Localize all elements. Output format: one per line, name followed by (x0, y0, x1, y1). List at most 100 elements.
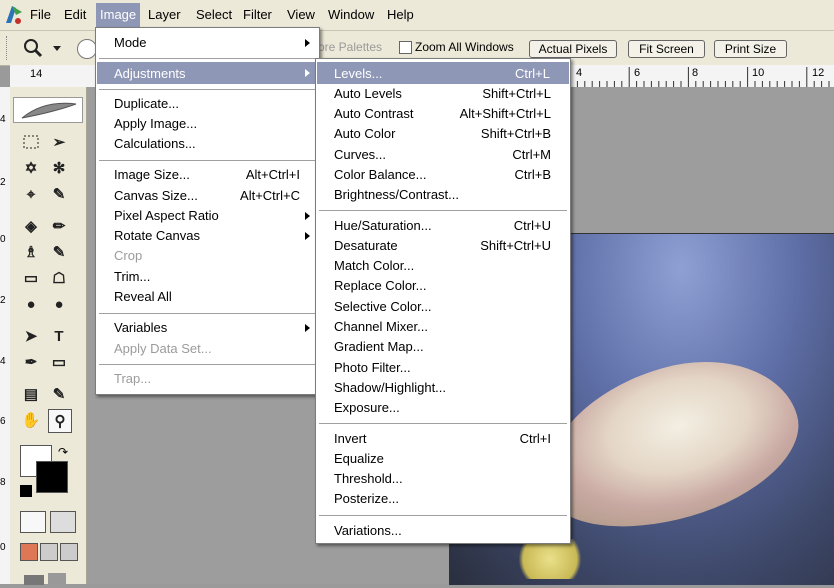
menu-image[interactable]: Image (96, 3, 141, 27)
menu-item-calculations[interactable]: Calculations... (96, 134, 319, 154)
menu-item-label: Pixel Aspect Ratio (114, 208, 219, 223)
zoom-tool-icon[interactable] (22, 37, 46, 62)
menu-filter[interactable]: Filter (243, 7, 272, 22)
menu-item-threshold[interactable]: Threshold... (316, 469, 570, 489)
resize-windows-partial-label: ore Palettes (318, 40, 383, 54)
image-menu: Mode Adjustments Duplicate... Apply Imag… (95, 27, 320, 395)
zoom-all-windows-checkbox[interactable] (399, 41, 412, 54)
menu-file[interactable]: File (30, 7, 51, 22)
hand-tool-icon[interactable]: ✋ (20, 409, 42, 431)
zoom-tool-icon[interactable]: ⚲ (48, 409, 72, 433)
pen-tool-icon[interactable]: ✒ (20, 351, 42, 373)
menu-item-posterize[interactable]: Posterize... (316, 489, 570, 509)
menu-item-label: Channel Mixer... (334, 319, 428, 334)
brush-tool-icon[interactable]: ✏ (48, 215, 70, 237)
menu-item-hue-saturation[interactable]: Hue/Saturation... Ctrl+U (316, 216, 570, 236)
menu-item-selective-color[interactable]: Selective Color... (316, 297, 570, 317)
crop-tool-icon[interactable]: ⌖ (20, 183, 42, 205)
menu-item-image-size[interactable]: Image Size... Alt+Ctrl+I (96, 165, 319, 185)
menu-item-curves[interactable]: Curves... Ctrl+M (316, 145, 570, 165)
print-size-button[interactable]: Print Size (714, 40, 787, 58)
menu-item-photo-filter[interactable]: Photo Filter... (316, 358, 570, 378)
history-brush-icon[interactable]: ✎ (48, 241, 70, 263)
standard-mode-icon[interactable] (20, 511, 46, 533)
actual-pixels-button[interactable]: Actual Pixels (529, 40, 617, 58)
menu-window[interactable]: Window (328, 7, 374, 22)
menu-item-shadow-highlight[interactable]: Shadow/Highlight... (316, 378, 570, 398)
magic-wand-icon[interactable]: ✻ (48, 157, 70, 179)
swap-colors-icon[interactable]: ↷ (58, 445, 68, 459)
vruler-tick-label: 4 (0, 356, 6, 367)
type-tool-icon[interactable]: T (48, 325, 70, 347)
menu-item-variations[interactable]: Variations... (316, 521, 570, 541)
menu-edit[interactable]: Edit (64, 7, 86, 22)
menu-item-label: Reveal All (114, 289, 172, 304)
menu-item-equalize[interactable]: Equalize (316, 449, 570, 469)
zoom-in-icon[interactable] (77, 39, 97, 59)
screen-mode-full-icon[interactable] (60, 543, 78, 561)
menu-item-levels[interactable]: Levels... Ctrl+L (317, 62, 569, 84)
menu-item-duplicate[interactable]: Duplicate... (96, 94, 319, 114)
feather-logo-icon[interactable] (13, 97, 83, 123)
adjustments-submenu: Levels... Ctrl+L Auto Levels Shift+Ctrl+… (315, 58, 571, 544)
quick-mask-mode-icon[interactable] (50, 511, 76, 533)
healing-brush-icon[interactable]: ◈ (20, 215, 42, 237)
menu-item-label: Levels... (334, 66, 383, 81)
path-selection-icon[interactable]: ➤ (20, 325, 42, 347)
menu-view[interactable]: View (287, 7, 315, 22)
menu-item-rotate-canvas[interactable]: Rotate Canvas (96, 226, 319, 246)
menu-item-match-color[interactable]: Match Color... (316, 256, 570, 276)
menu-item-label: Match Color... (334, 258, 415, 273)
background-color-swatch[interactable] (36, 461, 68, 493)
menu-item-variables[interactable]: Variables (96, 318, 319, 338)
menu-item-apply-image[interactable]: Apply Image... (96, 114, 319, 134)
menu-item-invert[interactable]: Invert Ctrl+I (316, 429, 570, 449)
menu-item-mode[interactable]: Mode (96, 33, 319, 53)
blur-tool-icon[interactable]: ● (20, 293, 42, 315)
eyedropper-tool-icon[interactable]: ✎ (48, 383, 70, 405)
fit-screen-button[interactable]: Fit Screen (628, 40, 705, 58)
tool-preset-chevron-down-icon[interactable] (52, 41, 62, 56)
vruler-tick-label: 2 (0, 177, 6, 188)
rectangle-tool-icon[interactable]: ▭ (48, 351, 70, 373)
menu-item-exposure[interactable]: Exposure... (316, 398, 570, 418)
default-colors-icon[interactable] (20, 485, 32, 497)
menu-item-adjustments[interactable]: Adjustments (97, 62, 318, 84)
eraser-tool-icon[interactable]: ▭ (20, 267, 42, 289)
menu-item-channel-mixer[interactable]: Channel Mixer... (316, 317, 570, 337)
menu-separator (319, 423, 567, 424)
clone-stamp-icon[interactable]: ♗ (20, 241, 42, 263)
menu-item-auto-contrast[interactable]: Auto Contrast Alt+Shift+Ctrl+L (316, 104, 570, 124)
menu-item-pixel-aspect-ratio[interactable]: Pixel Aspect Ratio (96, 206, 319, 226)
submenu-arrow-icon (305, 324, 310, 332)
notes-tool-icon[interactable]: ▤ (20, 383, 42, 405)
menu-separator (99, 364, 316, 365)
menu-item-desaturate[interactable]: Desaturate Shift+Ctrl+U (316, 236, 570, 256)
marquee-tool-icon[interactable] (20, 131, 42, 153)
menu-select[interactable]: Select (196, 7, 232, 22)
menu-item-reveal-all[interactable]: Reveal All (96, 287, 319, 307)
menu-item-auto-levels[interactable]: Auto Levels Shift+Ctrl+L (316, 84, 570, 104)
dodge-tool-icon[interactable]: ● (48, 293, 70, 315)
slice-tool-icon[interactable]: ✎ (48, 183, 70, 205)
jump-to-imageready-icon[interactable] (20, 571, 70, 585)
lasso-tool-icon[interactable]: ✡ (20, 157, 42, 179)
menu-item-trim[interactable]: Trim... (96, 267, 319, 287)
move-tool-icon[interactable]: ➢ (48, 131, 70, 153)
submenu-arrow-icon (305, 69, 310, 77)
menu-layer[interactable]: Layer (148, 7, 181, 22)
menu-item-replace-color[interactable]: Replace Color... (316, 276, 570, 296)
menu-item-gradient-map[interactable]: Gradient Map... (316, 337, 570, 357)
menu-item-brightness-contrast[interactable]: Brightness/Contrast... (316, 185, 570, 205)
paint-bucket-icon[interactable]: ☖ (48, 267, 70, 289)
menu-separator (99, 58, 316, 59)
screen-mode-full-menu-icon[interactable] (40, 543, 58, 561)
options-bar-grip[interactable] (6, 36, 9, 60)
menu-item-apply-data-set: Apply Data Set... (96, 339, 319, 359)
menu-help[interactable]: Help (387, 7, 414, 22)
screen-mode-standard-icon[interactable] (20, 543, 38, 561)
menu-item-label: Posterize... (334, 491, 400, 506)
menu-item-canvas-size[interactable]: Canvas Size... Alt+Ctrl+C (96, 186, 319, 206)
menu-item-auto-color[interactable]: Auto Color Shift+Ctrl+B (316, 124, 570, 144)
menu-item-color-balance[interactable]: Color Balance... Ctrl+B (316, 165, 570, 185)
